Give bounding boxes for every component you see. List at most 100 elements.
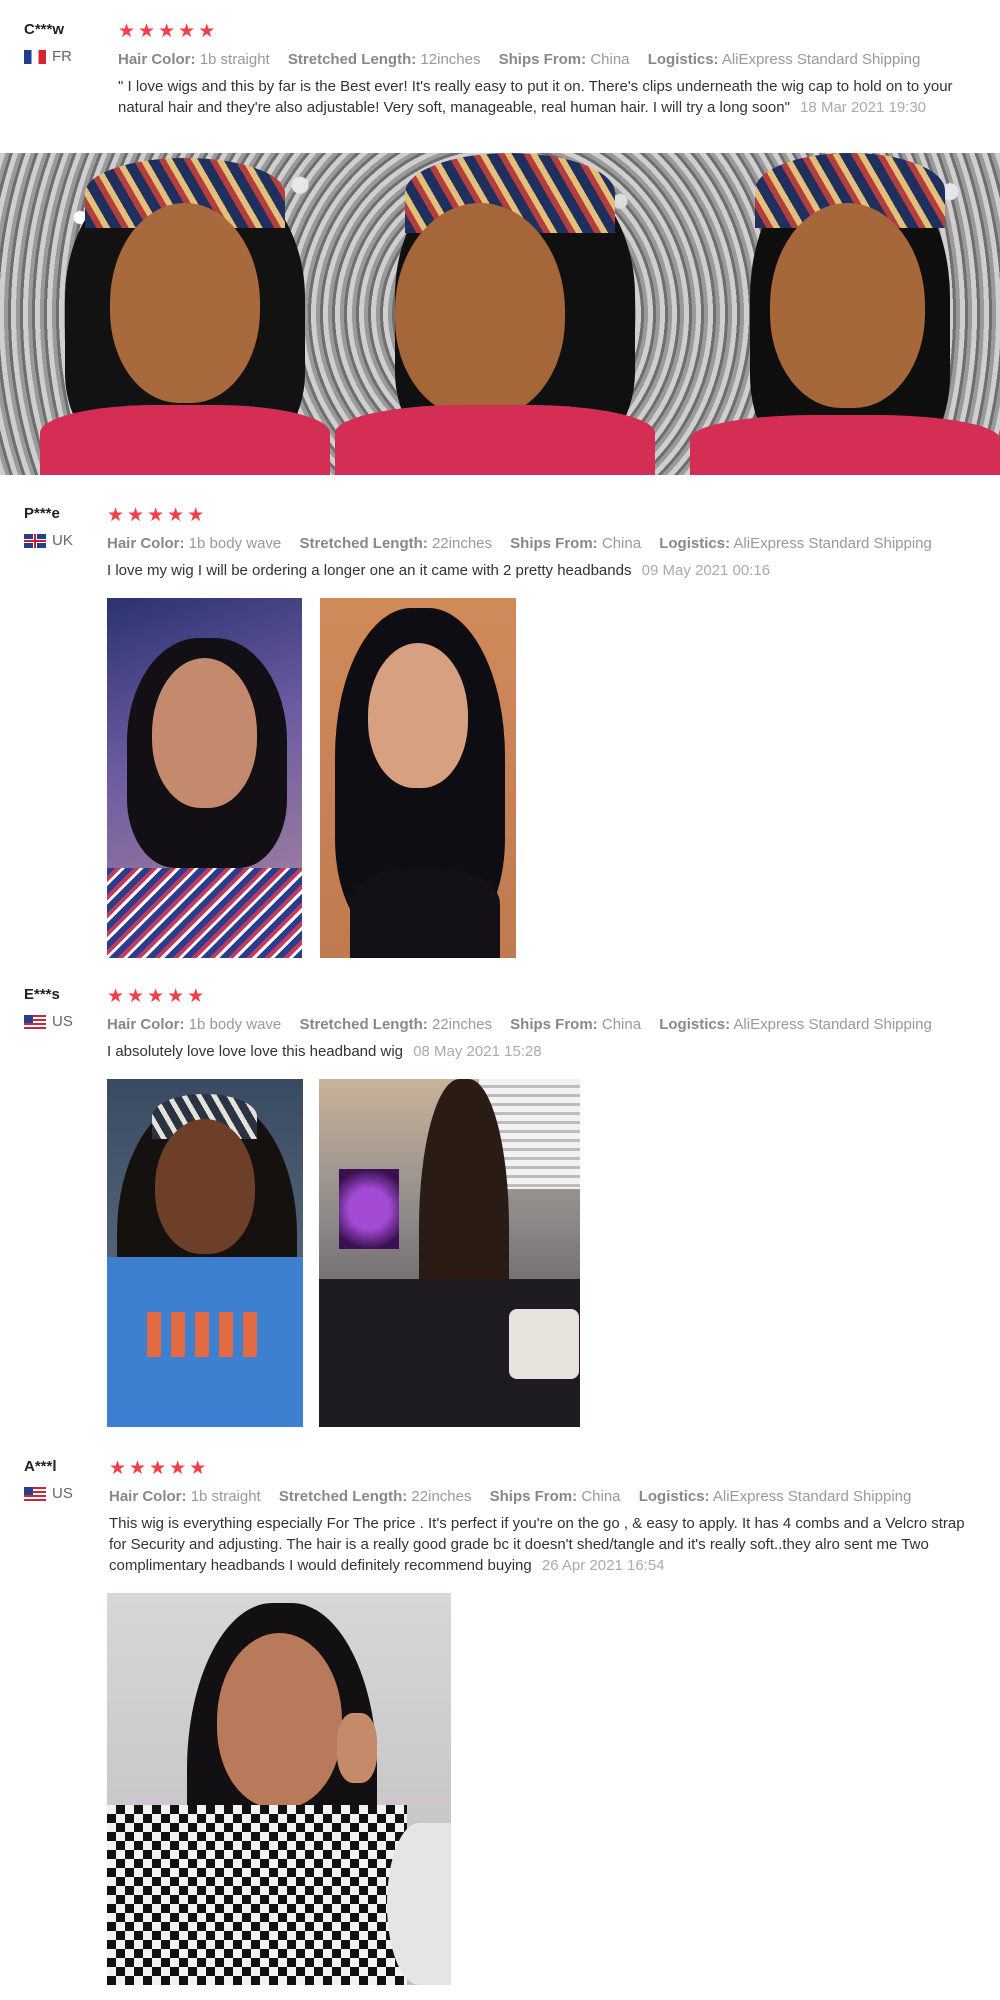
hair-color-value: 1b straight — [190, 1488, 261, 1505]
review-date: 18 Mar 2021 19:30 — [800, 99, 927, 116]
star-icon: ★ — [178, 20, 196, 42]
star-icon: ★ — [167, 985, 185, 1007]
review-photo[interactable] — [107, 1079, 303, 1427]
star-icon: ★ — [138, 20, 156, 42]
hair-color-label: Hair Color: — [107, 1016, 185, 1033]
review-content: ★ ★ ★ ★ ★ Hair Color: 1b straight Stretc… — [109, 1457, 984, 1576]
review-date: 26 Apr 2021 16:54 — [541, 1557, 665, 1574]
star-icon: ★ — [107, 985, 125, 1007]
review-photo[interactable] — [0, 153, 1000, 475]
logistics-label: Logistics: — [647, 51, 719, 68]
review-photo[interactable] — [319, 1079, 580, 1427]
stretched-length-label: Stretched Length: — [299, 535, 428, 552]
review-photo[interactable] — [107, 598, 302, 958]
ships-from-value: China — [601, 1016, 642, 1033]
stretched-length-label: Stretched Length: — [299, 1016, 428, 1033]
hair-color-label: Hair Color: — [118, 51, 196, 68]
ships-from-value: China — [581, 1488, 621, 1505]
portrait-3 — [690, 153, 1000, 475]
star-icon: ★ — [118, 20, 136, 42]
france-flag-icon — [24, 49, 46, 64]
reviewer-name: P***e — [24, 505, 60, 522]
review-date: 08 May 2021 15:28 — [413, 1043, 542, 1060]
reviewer-name: A***l — [24, 1458, 57, 1475]
ships-from-label: Ships From: — [498, 51, 587, 68]
ships-from-label: Ships From: — [489, 1488, 578, 1505]
star-icon: ★ — [158, 20, 176, 42]
star-rating: ★ ★ ★ ★ ★ — [118, 20, 984, 42]
star-rating: ★ ★ ★ ★ ★ — [107, 985, 984, 1007]
logistics-label: Logistics: — [659, 535, 731, 552]
us-flag-icon — [24, 1014, 46, 1029]
stretched-length-value: 22inches — [411, 1488, 472, 1505]
reviewer-country: UK — [24, 532, 104, 549]
stretched-length-value: 22inches — [431, 535, 492, 552]
portrait-2 — [335, 153, 655, 475]
review-text-block: I absolutely love love love this headban… — [107, 1041, 984, 1062]
star-icon: ★ — [107, 504, 125, 526]
country-code: UK — [52, 532, 73, 549]
star-icon: ★ — [127, 985, 145, 1007]
reviewer-name: E***s — [24, 986, 60, 1003]
reviewer-country: US — [24, 1485, 104, 1502]
star-icon: ★ — [109, 1457, 127, 1479]
sku-attributes: Hair Color: 1b straight Stretched Length… — [109, 1487, 984, 1507]
review-text-block: " I love wigs and this by far is the Bes… — [118, 76, 984, 118]
country-code: US — [52, 1485, 73, 1502]
ships-from-value: China — [590, 51, 630, 68]
logistics-value: AliExpress Standard Shipping — [733, 535, 932, 552]
star-icon: ★ — [147, 985, 165, 1007]
review-content: ★ ★ ★ ★ ★ Hair Color: 1b straight Stretc… — [118, 20, 984, 118]
stretched-length-value: 12inches — [420, 51, 481, 68]
star-icon: ★ — [129, 1457, 147, 1479]
star-rating: ★ ★ ★ ★ ★ — [107, 504, 984, 526]
reviewer-info: E***s US — [24, 985, 104, 1030]
review-text-block: I love my wig I will be ordering a longe… — [107, 560, 984, 581]
star-rating: ★ ★ ★ ★ ★ — [109, 1457, 984, 1479]
hair-color-value: 1b body wave — [188, 1016, 282, 1033]
ships-from-label: Ships From: — [510, 535, 598, 552]
star-icon: ★ — [149, 1457, 167, 1479]
review-content: ★ ★ ★ ★ ★ Hair Color: 1b body wave Stret… — [107, 504, 984, 581]
logistics-label: Logistics: — [638, 1488, 710, 1505]
country-code: FR — [52, 48, 72, 65]
logistics-label: Logistics: — [659, 1016, 731, 1033]
star-icon: ★ — [167, 504, 185, 526]
stretched-length-label: Stretched Length: — [287, 51, 417, 68]
reviewer-info: A***l US — [24, 1457, 104, 1502]
reviewer-country: US — [24, 1013, 104, 1030]
hair-color-value: 1b straight — [199, 51, 270, 68]
reviewer-country: FR — [24, 48, 104, 65]
star-icon: ★ — [169, 1457, 187, 1479]
logistics-value: AliExpress Standard Shipping — [712, 1488, 912, 1505]
logistics-value: AliExpress Standard Shipping — [721, 51, 921, 68]
star-icon: ★ — [189, 1457, 207, 1479]
star-icon: ★ — [198, 20, 216, 42]
reviewer-info: P***e UK — [24, 504, 104, 549]
reviewer-info: C***w FR — [24, 20, 104, 65]
logistics-value: AliExpress Standard Shipping — [733, 1016, 932, 1033]
review-content: ★ ★ ★ ★ ★ Hair Color: 1b body wave Stret… — [107, 985, 984, 1062]
review-text-block: This wig is everything especially For Th… — [109, 1513, 984, 1576]
portrait-1 — [40, 153, 330, 475]
reviewer-name: C***w — [24, 21, 65, 38]
hair-color-label: Hair Color: — [107, 535, 185, 552]
ships-from-value: China — [601, 535, 642, 552]
hair-color-label: Hair Color: — [109, 1488, 187, 1505]
country-code: US — [52, 1013, 73, 1030]
review-photo[interactable] — [107, 1593, 451, 1985]
stretched-length-label: Stretched Length: — [278, 1488, 408, 1505]
us-flag-icon — [24, 1486, 46, 1501]
uk-flag-icon — [24, 533, 46, 548]
review-text: I absolutely love love love this headban… — [107, 1043, 404, 1060]
review-text: I love my wig I will be ordering a longe… — [107, 562, 632, 579]
sku-attributes: Hair Color: 1b body wave Stretched Lengt… — [107, 1015, 984, 1035]
stretched-length-value: 22inches — [431, 1016, 492, 1033]
review-photo[interactable] — [320, 598, 516, 958]
star-icon: ★ — [187, 504, 205, 526]
review-date: 09 May 2021 00:16 — [641, 562, 771, 579]
ships-from-label: Ships From: — [510, 1016, 598, 1033]
hair-color-value: 1b body wave — [188, 535, 282, 552]
sku-attributes: Hair Color: 1b straight Stretched Length… — [118, 50, 984, 70]
review-text: This wig is everything especially For Th… — [109, 1515, 965, 1574]
